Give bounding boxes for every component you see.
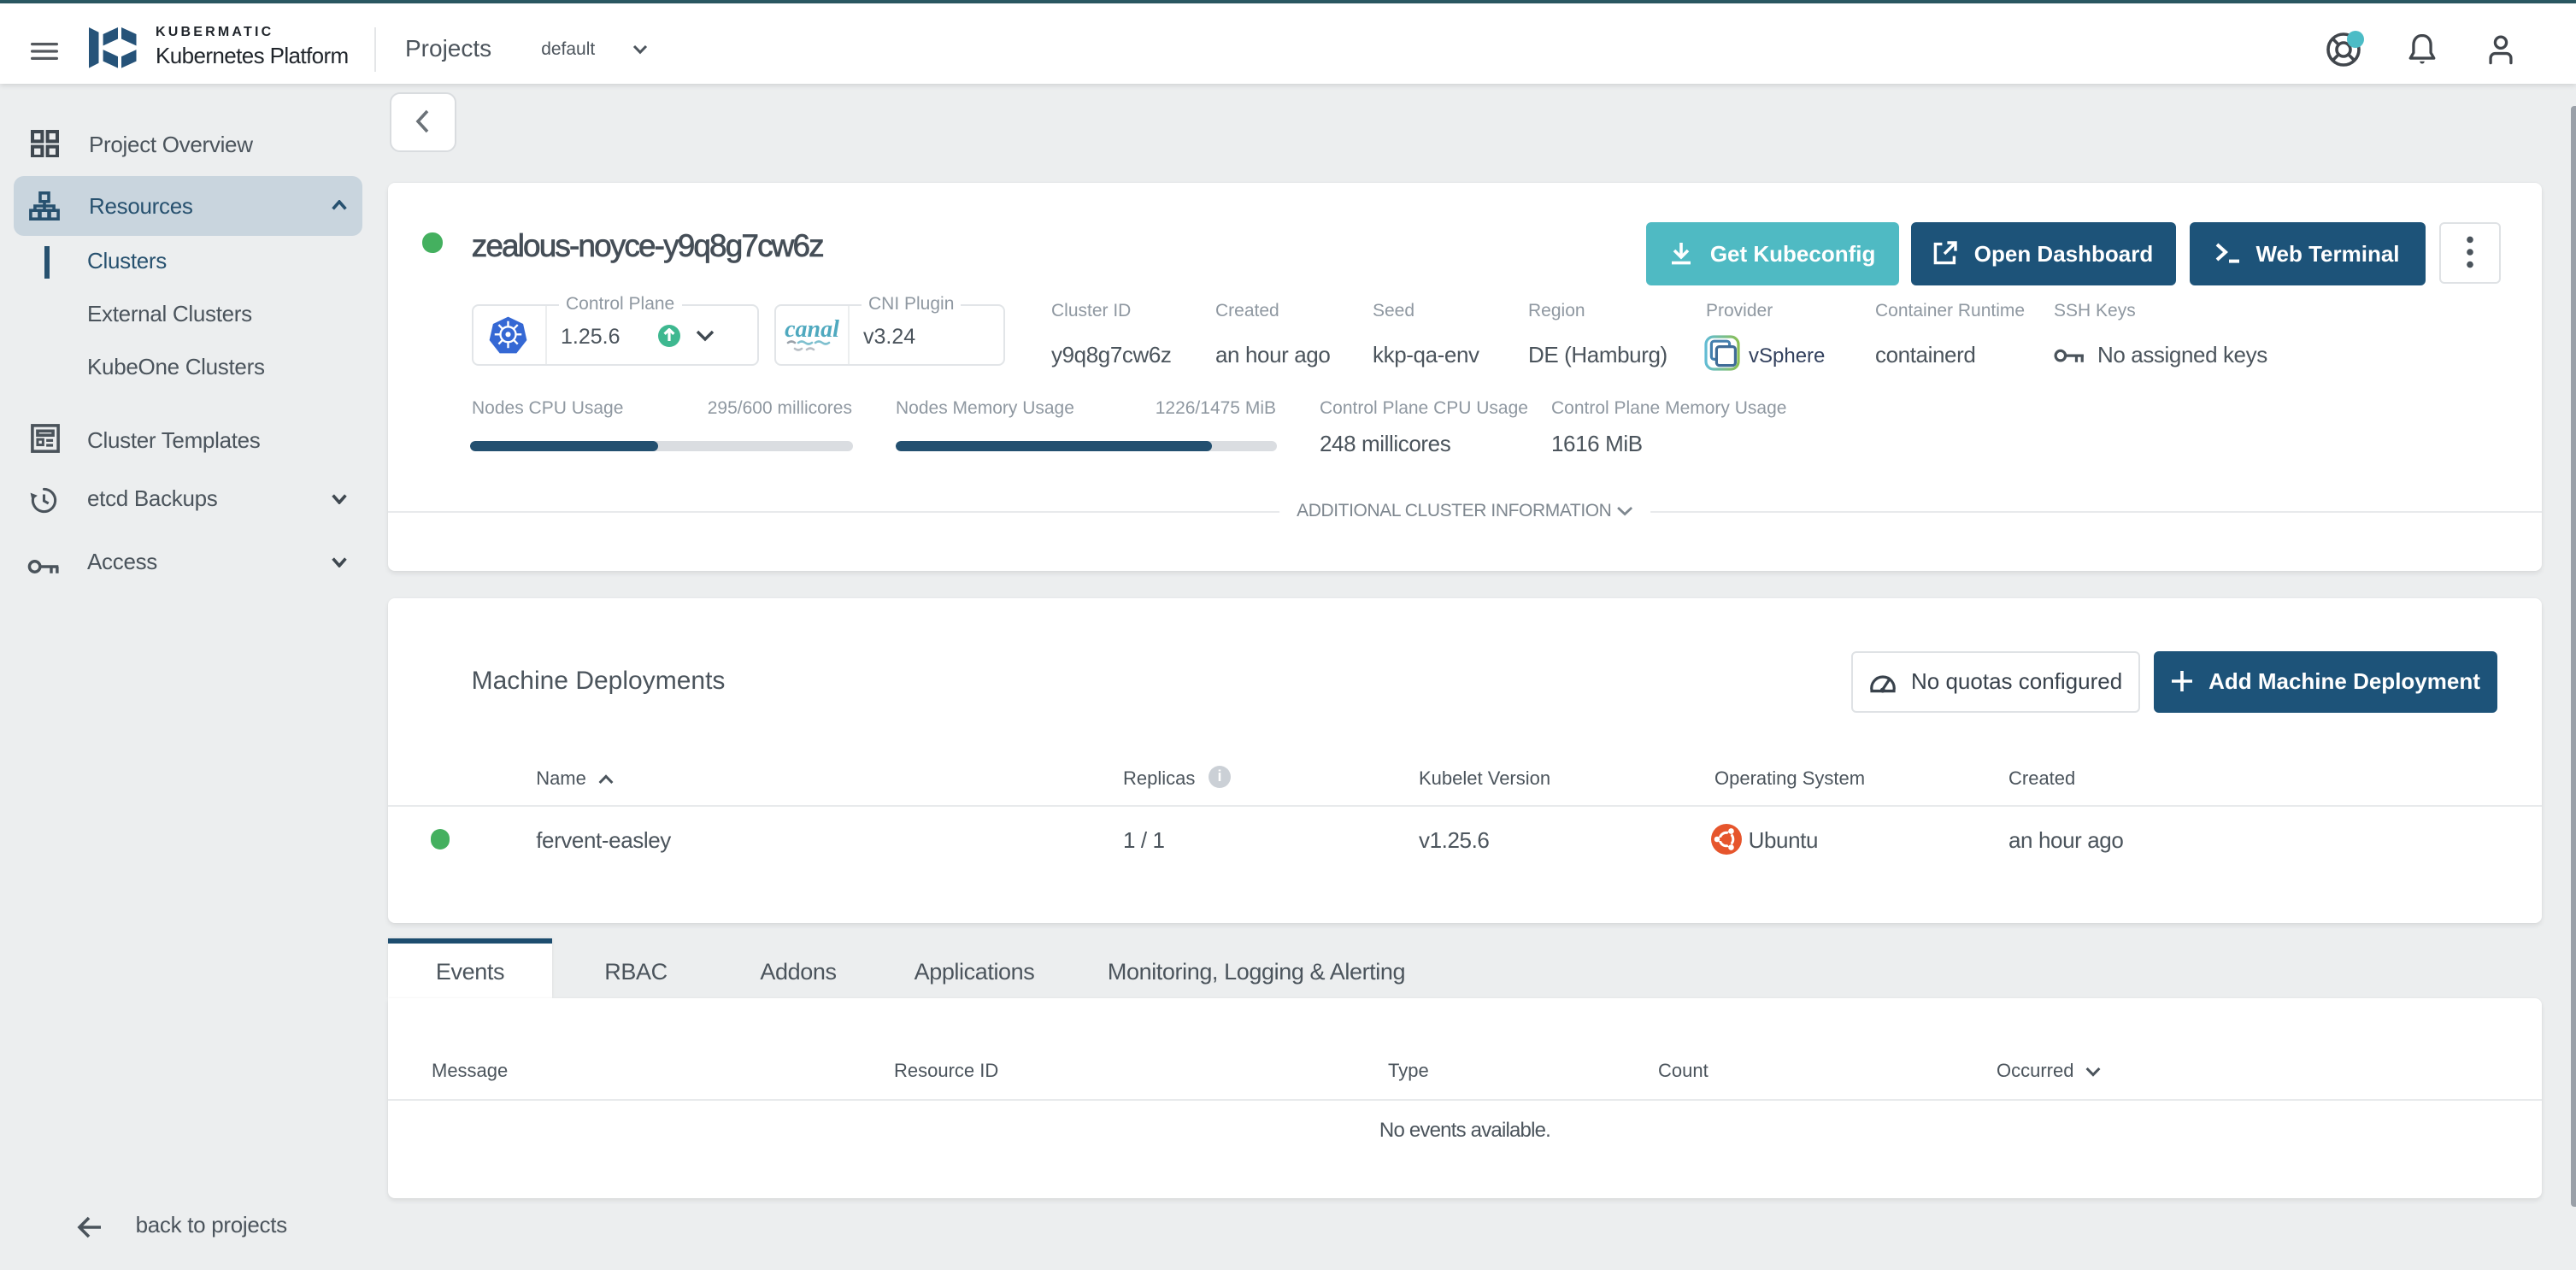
- svg-text:canal: canal: [785, 315, 839, 342]
